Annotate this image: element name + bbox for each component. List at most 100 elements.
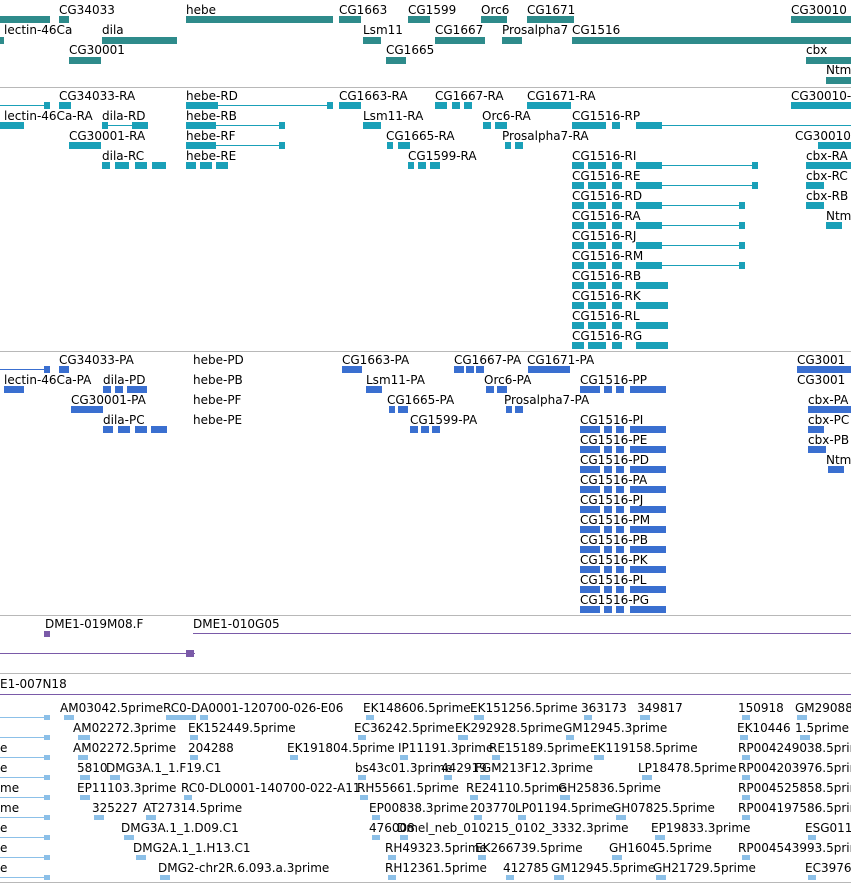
- feature-glyph[interactable]: [808, 406, 851, 413]
- transcripts-label[interactable]: Orc6-RA: [482, 109, 531, 123]
- proteins-label[interactable]: hebe-PE: [193, 413, 242, 427]
- feature-glyph[interactable]: [432, 426, 440, 433]
- clones-label[interactable]: E1-007N18: [0, 677, 67, 691]
- feature-glyph[interactable]: [797, 366, 851, 373]
- feature-glyph[interactable]: [572, 322, 584, 329]
- ests-label[interactable]: DMG3A.1_1.F19.C1: [106, 761, 221, 775]
- transcripts-label[interactable]: dila-RD: [102, 109, 146, 123]
- feature-glyph[interactable]: [826, 222, 842, 229]
- feature-glyph[interactable]: [135, 162, 147, 169]
- feature-glyph[interactable]: [580, 466, 600, 473]
- transcripts-label[interactable]: CG1516-RG: [572, 329, 642, 343]
- ests-label[interactable]: ESG011: [805, 821, 851, 835]
- proteins-label[interactable]: CG1665-PA: [387, 393, 454, 407]
- feature-glyph[interactable]: [604, 506, 612, 513]
- est-glyph[interactable]: [518, 815, 526, 820]
- est-glyph[interactable]: [78, 735, 90, 740]
- feature-glyph[interactable]: [430, 162, 440, 169]
- gene-glyph[interactable]: [826, 77, 851, 84]
- feature-glyph[interactable]: [604, 546, 612, 553]
- feature-glyph[interactable]: [69, 142, 101, 149]
- est-glyph[interactable]: [190, 735, 198, 740]
- feature-glyph[interactable]: [636, 202, 662, 209]
- ests-label[interactable]: 5810: [77, 761, 108, 775]
- feature-glyph[interactable]: [454, 366, 464, 373]
- est-glyph[interactable]: [797, 715, 807, 720]
- feature-glyph[interactable]: [612, 122, 620, 129]
- transcripts-label[interactable]: dila-RC: [102, 149, 144, 163]
- feature-glyph[interactable]: [572, 122, 606, 129]
- genes-label[interactable]: Orc6: [481, 3, 509, 17]
- proteins-label[interactable]: cbx-PC: [808, 413, 849, 427]
- ests-label[interactable]: bs43c01.3prime: [355, 761, 452, 775]
- ests-label[interactable]: EP11103.3prime: [77, 781, 176, 795]
- ests-label[interactable]: EK266739.5prime: [475, 841, 583, 855]
- feature-glyph[interactable]: [515, 406, 523, 413]
- feature-glyph[interactable]: [421, 426, 429, 433]
- feature-glyph[interactable]: [828, 466, 844, 473]
- est-glyph[interactable]: [808, 835, 816, 840]
- est-glyph[interactable]: [478, 855, 486, 860]
- feature-glyph[interactable]: [435, 102, 447, 109]
- proteins-label[interactable]: Orc6-PA: [484, 373, 531, 387]
- feature-glyph[interactable]: [612, 222, 622, 229]
- feature-glyph[interactable]: [588, 282, 606, 289]
- est-glyph[interactable]: [388, 875, 396, 880]
- est-glyph[interactable]: [458, 735, 468, 740]
- feature-glyph[interactable]: [588, 302, 606, 309]
- feature-glyph[interactable]: [580, 546, 600, 553]
- est-glyph[interactable]: [400, 835, 408, 840]
- est-glyph[interactable]: [44, 735, 50, 740]
- est-glyph[interactable]: [360, 795, 368, 800]
- proteins-label[interactable]: dila-PC: [103, 413, 145, 427]
- transcripts-label[interactable]: CG1663-RA: [339, 89, 408, 103]
- feature-glyph[interactable]: [59, 102, 71, 109]
- feature-glyph[interactable]: [398, 406, 408, 413]
- feature-glyph[interactable]: [572, 302, 584, 309]
- ests-label[interactable]: RP004203976.5prime: [738, 761, 851, 775]
- feature-glyph[interactable]: [342, 366, 362, 373]
- feature-glyph[interactable]: [186, 162, 196, 169]
- est-glyph[interactable]: [742, 775, 750, 780]
- feature-glyph[interactable]: [588, 262, 606, 269]
- feature-glyph[interactable]: [616, 466, 624, 473]
- feature-glyph[interactable]: [612, 202, 622, 209]
- ests-label[interactable]: DMG2A.1_1.H13.C1: [133, 841, 251, 855]
- feature-glyph[interactable]: [572, 282, 584, 289]
- gene-glyph[interactable]: [527, 16, 574, 23]
- est-glyph[interactable]: [656, 875, 666, 880]
- genes-label[interactable]: CG34033: [59, 3, 115, 17]
- feature-glyph[interactable]: [630, 486, 666, 493]
- ests-label[interactable]: RC0-DL0001-140700-022-A11: [181, 781, 360, 795]
- feature-glyph[interactable]: [604, 486, 612, 493]
- est-glyph[interactable]: [480, 775, 490, 780]
- feature-glyph[interactable]: [580, 506, 600, 513]
- ests-label[interactable]: RP004525858.5prime: [738, 781, 851, 795]
- feature-glyph[interactable]: [604, 386, 612, 393]
- est-glyph[interactable]: [594, 755, 604, 760]
- feature-glyph[interactable]: [739, 222, 745, 229]
- feature-glyph[interactable]: [630, 386, 666, 393]
- feature-glyph[interactable]: [662, 342, 668, 349]
- gene-glyph[interactable]: [572, 37, 851, 44]
- feature-glyph[interactable]: [630, 586, 666, 593]
- feature-glyph[interactable]: [572, 162, 584, 169]
- feature-glyph[interactable]: [604, 586, 612, 593]
- proteins-label[interactable]: CG3001: [797, 373, 845, 387]
- feature-glyph[interactable]: [636, 322, 662, 329]
- feature-glyph[interactable]: [505, 142, 511, 149]
- feature-glyph[interactable]: [612, 242, 622, 249]
- feature-glyph[interactable]: [630, 606, 666, 613]
- feature-glyph[interactable]: [580, 386, 600, 393]
- feature-glyph[interactable]: [588, 222, 606, 229]
- est-glyph[interactable]: [742, 795, 750, 800]
- gene-glyph[interactable]: [0, 37, 4, 44]
- feature-glyph[interactable]: [612, 322, 622, 329]
- transcripts-label[interactable]: hebe-RD: [186, 89, 238, 103]
- est-glyph[interactable]: [44, 755, 50, 760]
- est-glyph[interactable]: [642, 775, 652, 780]
- feature-glyph[interactable]: [612, 182, 622, 189]
- est-glyph[interactable]: [166, 715, 196, 720]
- ests-label[interactable]: Dmel_neb_010215_0102_3332.3prime: [397, 821, 629, 835]
- feature-glyph[interactable]: [44, 366, 50, 373]
